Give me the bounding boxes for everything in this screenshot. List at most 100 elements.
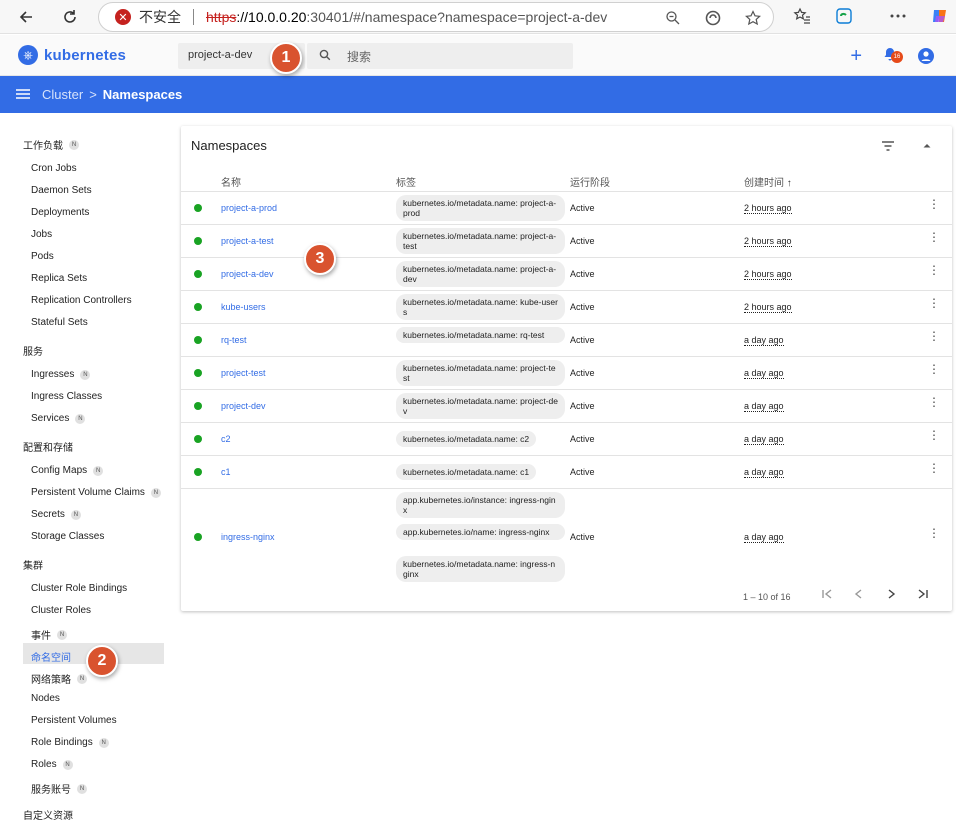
sidebar-item-service-accounts[interactable]: 服务账号 N [31,781,87,796]
sidebar-item-services[interactable]: Services N [31,413,86,424]
favorite-star-icon[interactable] [743,8,763,28]
zoom-icon[interactable] [663,8,683,28]
previous-page-icon[interactable] [853,588,865,603]
search-placeholder: 搜索 [347,49,372,64]
first-page-icon[interactable] [821,588,833,603]
namespaced-badge: N [77,673,87,684]
sidebar-item-cluster-roles[interactable]: Cluster Roles [31,605,91,616]
sidebar-item-label: Stateful Sets [31,317,88,328]
url-path: :30401/#/namespace?namespace=project-a-d… [306,9,608,25]
sidebar-group-cluster[interactable]: 集群 [23,557,43,572]
sidebar-item-jobs[interactable]: Jobs [31,229,52,240]
notifications-button[interactable]: 16 [882,46,903,65]
sidebar-item-label: 服务账号 [31,785,71,796]
row-actions-menu-icon[interactable]: ⋮ [928,297,940,309]
pagination-range: 1 – 10 of 16 [743,592,791,602]
status-ok-icon [194,435,202,443]
sidebar-item-cluster-role-bindings[interactable]: Cluster Role Bindings [31,583,127,594]
sidebar-item-daemon-sets[interactable]: Daemon Sets [31,185,92,196]
status-ok-icon [194,468,202,476]
table-row: project-test kubernetes.io/metadata.name… [181,356,952,389]
namespaced-badge: N [62,759,73,770]
column-header-labels: 标签 [396,178,416,189]
sidebar-item-pods[interactable]: Pods [31,251,54,262]
sidebar-item-network-policies[interactable]: 网络策略 N [31,671,87,686]
sidebar-item-stateful-sets[interactable]: Stateful Sets [31,317,88,328]
namespace-link[interactable]: project-test [221,368,266,378]
namespace-link[interactable]: ingress-nginx [221,532,275,542]
sidebar-group-workloads[interactable]: 工作负载 N [23,137,79,152]
row-actions-menu-icon[interactable]: ⋮ [928,264,940,276]
user-account-icon[interactable] [918,47,934,64]
namespace-link[interactable]: project-a-prod [221,203,277,213]
copilot-icon[interactable] [930,6,950,26]
favorites-list-icon[interactable] [792,6,812,26]
namespace-link[interactable]: project-a-test [221,236,274,246]
sidebar-item-cron-jobs[interactable]: Cron Jobs [31,163,77,174]
status-ok-icon [194,402,202,410]
column-header-phase: 运行阶段 [570,178,610,189]
row-actions-menu-icon[interactable]: ⋮ [928,231,940,243]
sidebar-item-nodes[interactable]: Nodes [31,693,60,704]
created-time: a day ago [744,467,784,478]
sidebar-item-config-maps[interactable]: Config Maps N [31,465,104,476]
table-row: kube-users kubernetes.io/metadata.name: … [181,290,952,323]
sidebar-item-label: Replication Controllers [31,295,132,306]
breadcrumb-cluster[interactable]: Cluster [42,87,83,102]
sidebar-item-ingress-classes[interactable]: Ingress Classes [31,391,102,402]
filter-icon[interactable] [882,140,894,154]
namespace-link[interactable]: project-dev [221,401,266,411]
row-actions-menu-icon[interactable]: ⋮ [928,198,940,210]
address-bar[interactable]: ✕ 不安全 https://10.0.0.20:30401/#/namespac… [98,2,774,32]
sidebar-item-events[interactable]: 事件 N [31,627,67,642]
sidebar-item-label: 网络策略 [31,675,71,686]
browser-essentials-icon[interactable] [834,6,854,26]
sidebar-item-deployments[interactable]: Deployments [31,207,89,218]
browser-extension-icon[interactable] [703,8,723,28]
next-page-icon[interactable] [885,588,897,603]
sidebar-item-ingresses[interactable]: Ingresses N [31,369,91,380]
more-options-icon[interactable] [888,6,908,26]
url-scheme: https [206,9,237,25]
namespace-link[interactable]: kube-users [221,302,266,312]
namespace-link[interactable]: c1 [221,467,231,477]
namespaced-badge: N [93,465,104,476]
kubernetes-logo[interactable]: ⎈ kubernetes [18,45,126,65]
column-header-name[interactable]: 名称 [221,174,241,189]
sidebar-item-role-bindings[interactable]: Role Bindings N [31,737,109,748]
row-actions-menu-icon[interactable]: ⋮ [928,462,940,474]
last-page-icon[interactable] [917,588,929,603]
sidebar-item-persistent-volume-claims[interactable]: Persistent Volume Claims N [31,487,161,498]
row-actions-menu-icon[interactable]: ⋮ [928,396,940,408]
search-input[interactable]: 搜索 [307,43,573,69]
namespace-link[interactable]: rq-test [221,335,247,345]
column-header-created[interactable]: 创建时间 ↑ [744,174,792,189]
row-actions-menu-icon[interactable]: ⋮ [928,363,940,375]
sidebar-item-label: 命名空间 [31,653,71,664]
back-icon[interactable] [14,5,38,29]
url-text[interactable]: https://10.0.0.20:30401/#/namespace?name… [206,9,607,25]
sidebar-item-persistent-volumes[interactable]: Persistent Volumes [31,715,117,726]
namespace-link[interactable]: c2 [221,434,231,444]
sidebar-item-roles[interactable]: Roles N [31,759,73,770]
sidebar-item-namespaces[interactable]: 命名空间 [31,649,71,664]
sidebar-item-secrets[interactable]: Secrets N [31,509,81,520]
sidebar-item-label: Ingresses [31,369,75,380]
sidebar-item-replication-controllers[interactable]: Replication Controllers [31,295,132,306]
namespace-link[interactable]: project-a-dev [221,269,274,279]
row-actions-menu-icon[interactable]: ⋮ [928,429,940,441]
sidebar-group-service[interactable]: 服务 [23,343,43,358]
create-resource-button[interactable]: + [850,46,862,66]
namespaces-card: Namespaces 名称 标签 运行阶段 创建时间 ↑ project-a-p… [181,126,952,611]
row-actions-menu-icon[interactable]: ⋮ [928,527,940,539]
sidebar-item-storage-classes[interactable]: Storage Classes [31,531,104,542]
sidebar-item-label: Jobs [31,229,53,240]
sidebar-group-custom-resources[interactable]: 自定义资源 [23,807,73,822]
row-actions-menu-icon[interactable]: ⋮ [928,330,940,342]
hamburger-menu-icon[interactable] [16,88,30,102]
sidebar-group-config-storage[interactable]: 配置和存储 [23,439,73,454]
reload-icon[interactable] [58,5,82,29]
sidebar-item-replica-sets[interactable]: Replica Sets [31,273,87,284]
sidebar-item-label: 事件 [31,631,51,642]
collapse-chevron-icon[interactable] [922,140,932,154]
